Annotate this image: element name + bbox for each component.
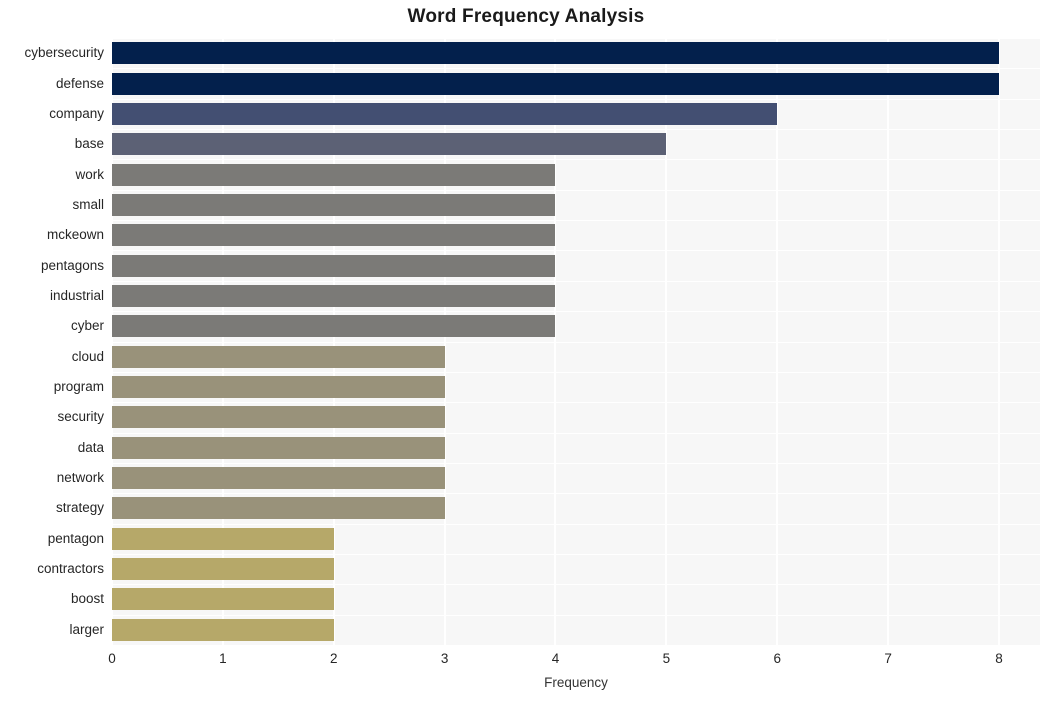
bar — [112, 406, 445, 429]
bar — [112, 72, 999, 95]
y-axis-tick-label: cyber — [70, 318, 104, 334]
gridline-horizontal — [112, 129, 1040, 130]
gridline-horizontal — [112, 281, 1040, 282]
bar — [112, 618, 334, 641]
gridline-horizontal — [112, 584, 1040, 585]
y-axis-tick-label: data — [77, 439, 104, 455]
gridline-horizontal — [112, 524, 1040, 525]
x-axis-ticks: 0 1 2 3 4 5 6 7 8 — [108, 651, 1040, 671]
word-frequency-chart: Word Frequency Analysis cybersecurity def… — [0, 0, 1052, 701]
y-axis-tick-label: contractors — [37, 561, 104, 577]
gridline-horizontal — [112, 493, 1040, 494]
bar — [112, 436, 445, 459]
y-axis-labels: cybersecurity defense company base work small… — [0, 38, 104, 645]
bar — [112, 588, 334, 611]
y-axis-tick-label: company — [49, 105, 104, 121]
bar — [112, 102, 778, 125]
bar — [112, 133, 667, 156]
bar — [112, 497, 445, 520]
bar — [112, 42, 999, 65]
gridline-horizontal — [112, 250, 1040, 251]
plot-area — [112, 38, 1040, 645]
bar — [112, 254, 556, 277]
y-axis-tick-label: industrial — [49, 287, 104, 303]
x-axis-tick-label: 5 — [662, 651, 671, 666]
x-axis-tick-label: 6 — [773, 651, 781, 666]
bar — [112, 163, 556, 186]
y-axis-tick-label: small — [72, 196, 104, 212]
y-axis-tick-label: network — [56, 470, 104, 486]
y-axis-tick-label: boost — [70, 591, 104, 607]
gridline-horizontal — [112, 38, 1040, 39]
bar — [112, 376, 445, 399]
x-axis-tick-label: 4 — [551, 651, 560, 666]
gridline-horizontal — [112, 463, 1040, 464]
gridline-horizontal — [112, 68, 1040, 69]
gridline-horizontal — [112, 99, 1040, 100]
gridline-horizontal — [112, 402, 1040, 403]
x-axis-title: Frequency — [544, 675, 608, 690]
gridline-horizontal — [112, 615, 1040, 616]
y-axis-tick-label: strategy — [55, 500, 104, 516]
y-axis-tick-label: program — [53, 379, 104, 395]
y-axis-tick-label: cybersecurity — [24, 45, 104, 61]
bar — [112, 284, 556, 307]
gridline-horizontal — [112, 190, 1040, 191]
y-axis-tick-label: defense — [55, 75, 104, 91]
gridline-horizontal — [112, 554, 1040, 555]
x-axis-tick-label: 7 — [884, 651, 892, 666]
chart-title: Word Frequency Analysis — [407, 6, 645, 27]
gridline-horizontal — [112, 342, 1040, 343]
x-axis-tick-label: 8 — [995, 651, 1003, 666]
bar — [112, 224, 556, 247]
gridline-horizontal — [112, 433, 1040, 434]
gridline-horizontal — [112, 372, 1040, 373]
x-axis-tick-label: 3 — [440, 651, 449, 666]
y-axis-tick-label: work — [75, 166, 104, 182]
y-axis-tick-label: security — [57, 409, 104, 425]
y-axis-tick-label: pentagons — [40, 257, 104, 273]
bar — [112, 315, 556, 338]
y-axis-tick-label: cloud — [71, 348, 104, 364]
gridline-horizontal — [112, 220, 1040, 221]
bar — [112, 527, 334, 550]
bar — [112, 558, 334, 581]
y-axis-tick-label: pentagon — [47, 530, 104, 546]
y-axis-tick-label: larger — [69, 621, 104, 637]
gridline-horizontal — [112, 311, 1040, 312]
bar — [112, 193, 556, 216]
bar — [112, 345, 445, 368]
y-axis-tick-label: mckeown — [46, 227, 104, 243]
y-axis-tick-label: base — [74, 136, 104, 152]
x-axis-tick-label: 0 — [108, 651, 116, 666]
x-axis-tick-label: 2 — [329, 651, 338, 666]
gridline-horizontal — [112, 159, 1040, 160]
x-axis-tick-label: 1 — [219, 651, 227, 666]
bar — [112, 467, 445, 490]
